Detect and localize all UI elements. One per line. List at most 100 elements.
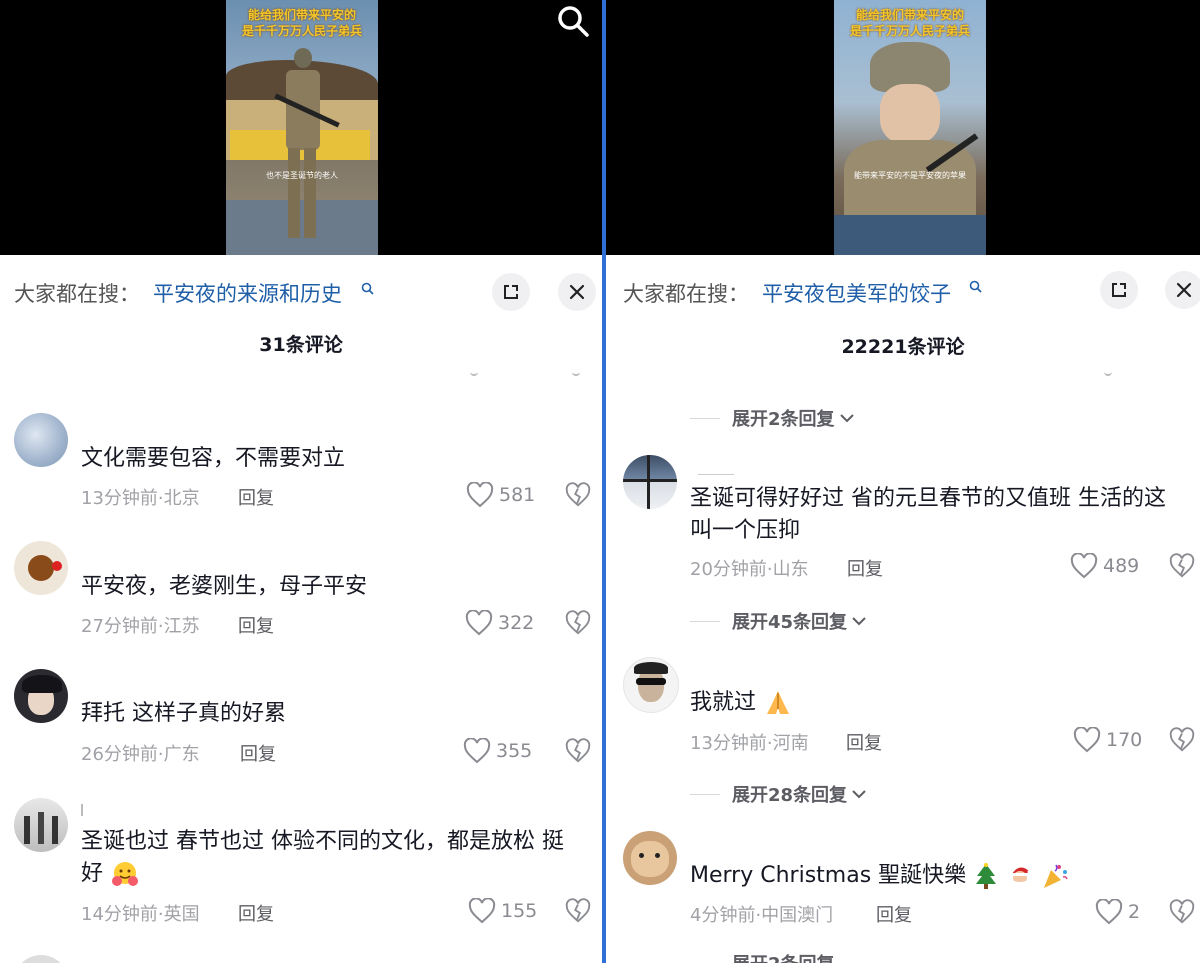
expand-replies-button[interactable]: 展开28条回复: [690, 781, 867, 807]
trending-search-term[interactable]: 平安夜的来源和历史: [153, 278, 342, 308]
heart-icon: [463, 738, 491, 764]
search-icon: [969, 280, 982, 293]
like-button[interactable]: 581: [466, 482, 535, 508]
comment-meta: 20分钟前·山东: [690, 559, 809, 580]
reply-button[interactable]: 回复: [238, 900, 274, 926]
dislike-button[interactable]: [565, 738, 591, 768]
heart-icon: [465, 610, 493, 636]
dislike-button[interactable]: [565, 482, 591, 512]
like-count: 581: [499, 484, 536, 506]
expand-icon: [1112, 283, 1126, 297]
comment-text: 文化需要包容，不需要对立: [81, 446, 346, 471]
avatar[interactable]: [14, 669, 68, 723]
comment-meta: 27分钟前·江苏: [81, 616, 200, 637]
like-count: 355: [496, 740, 533, 762]
reply-button[interactable]: 回复: [846, 729, 882, 755]
like-button[interactable]: 489: [1070, 553, 1139, 579]
like-button[interactable]: 170: [1073, 727, 1142, 753]
chevron-down-icon: [839, 414, 854, 423]
hugging-face-emoji: [112, 862, 139, 886]
like-count: 170: [1106, 729, 1143, 751]
comment-count: 22221条评论: [841, 336, 965, 358]
comment-count: 31条评论: [259, 334, 343, 356]
expand-replies-button[interactable]: 展开2条回复: [690, 405, 855, 431]
expand-replies-button[interactable]: 展开45条回复: [690, 608, 867, 634]
reply-indicator: [81, 804, 83, 816]
broken-heart-icon: [565, 898, 591, 923]
soldier-figure: [274, 48, 340, 248]
reply-button[interactable]: 回复: [240, 740, 276, 766]
heart-icon: [1095, 899, 1123, 925]
expand-icon: [504, 285, 518, 299]
video-thumbnail[interactable]: 能给我们带来平安的 是千千万万人民子弟兵 能带来平安的不是平安夜的苹果: [834, 0, 986, 255]
search-button[interactable]: [556, 4, 590, 38]
dislike-button[interactable]: [1169, 727, 1195, 757]
party-popper-emoji: [1044, 864, 1068, 888]
avatar[interactable]: [623, 831, 677, 885]
broken-heart-icon: [565, 482, 591, 507]
like-button[interactable]: 355: [463, 738, 532, 764]
video-caption: 能给我们带来平安的 是千千万万人民子弟兵: [849, 8, 970, 38]
like-count: 155: [501, 900, 538, 922]
trending-search-label: 大家都在搜：: [14, 282, 140, 306]
comment-text: Merry Christmas 聖誕快樂: [690, 860, 1069, 892]
scroll-stub: [572, 370, 580, 376]
reply-button[interactable]: 回复: [847, 555, 883, 581]
avatar[interactable]: [14, 798, 68, 852]
expand-button[interactable]: [1100, 271, 1138, 309]
video-area[interactable]: 能给我们带来平安的 是千千万万人民子弟兵 也不是圣诞节的老人: [0, 0, 602, 255]
search-icon: [558, 6, 589, 37]
christmas-tree-emoji: [976, 863, 997, 889]
avatar[interactable]: [623, 657, 679, 713]
comment-meta: 26分钟前·广东: [81, 744, 200, 765]
left-comment-panel: 能给我们带来平安的 是千千万万人民子弟兵 也不是圣诞节的老人 大家都在搜： 平安夜…: [0, 0, 602, 963]
like-button[interactable]: 2: [1095, 899, 1140, 925]
video-thumbnail[interactable]: 能给我们带来平安的 是千千万万人民子弟兵 也不是圣诞节的老人: [226, 0, 378, 255]
comment-text: 圣诞也过 春节也过 体验不同的文化，都是放松 挺好: [81, 829, 564, 886]
avatar[interactable]: [14, 541, 68, 595]
avatar[interactable]: [14, 413, 68, 467]
heart-icon: [468, 898, 496, 924]
close-button[interactable]: [1165, 271, 1200, 309]
chevron-down-icon: [852, 790, 866, 799]
chevron-down-icon: [852, 617, 866, 626]
username-placeholder: [698, 474, 734, 475]
expand-button[interactable]: [492, 273, 530, 311]
trending-search-label: 大家都在搜：: [623, 282, 749, 306]
dislike-button[interactable]: [565, 610, 591, 640]
dislike-button[interactable]: [1169, 899, 1195, 929]
scroll-stub: [1104, 370, 1112, 376]
trending-search-term[interactable]: 平安夜包美军的饺子: [762, 278, 951, 308]
comment-text: 我就过: [690, 687, 793, 719]
dislike-button[interactable]: [1169, 553, 1195, 583]
search-icon: [361, 282, 374, 295]
like-button[interactable]: 155: [468, 898, 537, 924]
video-subtitle: 也不是圣诞节的老人: [266, 171, 338, 180]
avatar[interactable]: [623, 455, 677, 509]
close-icon: [1176, 282, 1192, 298]
expand-replies-button[interactable]: 展开2条回复: [690, 950, 835, 963]
reply-button[interactable]: 回复: [238, 612, 274, 638]
like-count: 489: [1103, 555, 1140, 577]
broken-heart-icon: [565, 610, 591, 635]
video-area[interactable]: 能给我们带来平安的 是千千万万人民子弟兵 能带来平安的不是平安夜的苹果: [606, 0, 1200, 255]
heart-icon: [1070, 553, 1098, 579]
scroll-stub: [470, 370, 478, 376]
reply-button[interactable]: 回复: [876, 901, 912, 927]
broken-heart-icon: [1169, 727, 1195, 752]
avatar[interactable]: [14, 955, 68, 963]
like-button[interactable]: 322: [465, 610, 534, 636]
like-count: 322: [498, 612, 535, 634]
comment-text: 圣诞可得好好过 省的元旦春节的又值班 生活的这 叫一个压抑: [690, 486, 1166, 543]
comment-text: 拜托 这样子真的好累: [81, 701, 286, 726]
close-icon: [569, 284, 585, 300]
like-count: 2: [1128, 901, 1141, 923]
close-button[interactable]: [558, 273, 596, 311]
broken-heart-icon: [565, 738, 591, 763]
reply-button[interactable]: 回复: [238, 484, 274, 510]
heart-icon: [1073, 727, 1101, 753]
dislike-button[interactable]: [565, 898, 591, 928]
santa-emoji: [1011, 867, 1033, 886]
comment-meta: 13分钟前·北京: [81, 488, 200, 509]
comment-text: 平安夜，老婆刚生，母子平安: [81, 574, 368, 599]
